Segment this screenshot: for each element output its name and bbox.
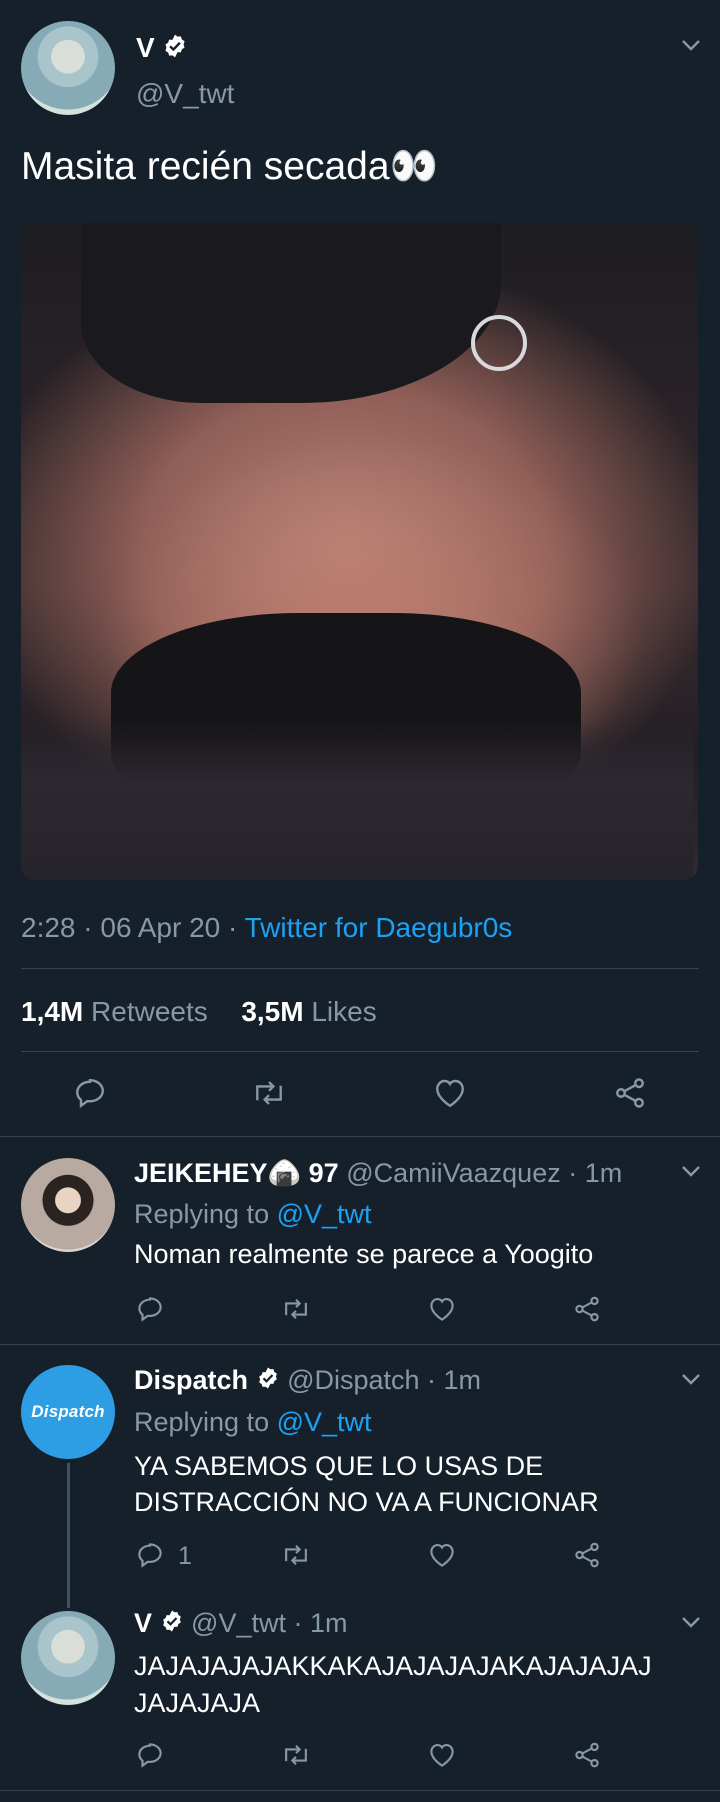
tweet-meta: 2:28 · 06 Apr 20 · Twitter for Daegubr0s — [21, 912, 512, 944]
verified-badge-icon — [162, 33, 188, 66]
avatar[interactable] — [21, 1611, 115, 1705]
like-icon[interactable] — [427, 1740, 457, 1770]
reply-text: Noman realmente se parece a Yoogito — [134, 1239, 594, 1269]
author-name-row[interactable]: V — [136, 32, 188, 66]
thread-line — [67, 1463, 70, 1608]
retweet-icon[interactable] — [280, 1540, 312, 1570]
retweet-icon[interactable] — [280, 1740, 312, 1770]
reply-count: 1 — [178, 1542, 192, 1570]
reply-text-line: DISTRACCIÓN NO VA A FUNCIONAR — [134, 1487, 599, 1517]
reply-time: · 1m — [568, 1158, 623, 1188]
verified-badge-icon — [160, 1609, 184, 1640]
reply-author-handle[interactable]: @CamiiVaazquez — [346, 1158, 561, 1188]
reply-icon[interactable] — [135, 1294, 165, 1324]
timestamp: 2:28 · 06 Apr 20 · — [21, 912, 245, 943]
chevron-down-icon[interactable] — [681, 38, 701, 52]
like-icon[interactable] — [432, 1075, 468, 1111]
verified-badge-icon — [256, 1366, 280, 1397]
reply-icon[interactable] — [135, 1740, 165, 1770]
avatar[interactable] — [21, 1158, 115, 1252]
share-icon[interactable] — [572, 1294, 602, 1324]
reply-author-handle[interactable]: @V_twt — [191, 1608, 286, 1638]
reply-text-line: JAJAJAJAJAKKAKAJAJAJAJAKAJAJAJAJ — [134, 1651, 652, 1681]
replying-to: Replying to @V_twt — [134, 1199, 372, 1230]
reply-icon[interactable] — [135, 1540, 165, 1570]
retweets-count[interactable]: 1,4M — [21, 996, 83, 1027]
retweets-label[interactable]: Retweets — [91, 996, 208, 1027]
likes-label[interactable]: Likes — [311, 996, 376, 1027]
reply-text-line: JAJAJAJA — [134, 1688, 261, 1718]
reply-header: Dispatch @Dispatch · 1m — [134, 1365, 481, 1397]
replying-to-link[interactable]: @V_twt — [277, 1199, 372, 1229]
retweet-icon[interactable] — [280, 1294, 312, 1324]
share-icon[interactable] — [572, 1740, 602, 1770]
avatar-logo-text: Dispatch — [31, 1402, 105, 1421]
reply-author-name[interactable]: Dispatch — [134, 1365, 248, 1395]
source-link[interactable]: Twitter for Daegubr0s — [245, 912, 513, 943]
avatar[interactable] — [21, 21, 115, 115]
divider — [0, 1790, 720, 1791]
reply-text-line: YA SABEMOS QUE LO USAS DE — [134, 1451, 544, 1481]
author-name: V — [136, 32, 155, 63]
divider — [0, 1136, 720, 1137]
photo-hoodie — [21, 720, 693, 880]
reply-author-handle[interactable]: @Dispatch — [287, 1365, 419, 1395]
divider — [21, 1051, 699, 1052]
divider — [21, 968, 699, 969]
reply-text: YA SABEMOS QUE LO USAS DE DISTRACCIÓN NO… — [134, 1448, 599, 1520]
tweet-text: Masita recién secada👀 — [21, 145, 439, 188]
like-icon[interactable] — [427, 1540, 457, 1570]
reply-icon[interactable] — [72, 1075, 108, 1111]
replying-prefix: Replying to — [134, 1407, 277, 1437]
divider — [0, 1344, 720, 1345]
avatar[interactable]: Dispatch — [21, 1365, 115, 1459]
photo-cap — [81, 223, 501, 403]
reply-time: · 1m — [427, 1365, 482, 1395]
reply-header: V @V_twt · 1m — [134, 1608, 348, 1640]
chevron-down-icon[interactable] — [681, 1615, 701, 1629]
reply-author-name[interactable]: V — [134, 1608, 152, 1638]
tweet-stats: 1,4M Retweets 3,5M Likes — [21, 996, 377, 1028]
replying-to-link[interactable]: @V_twt — [277, 1407, 372, 1437]
replying-prefix: Replying to — [134, 1199, 277, 1229]
share-icon[interactable] — [612, 1075, 648, 1111]
like-icon[interactable] — [427, 1294, 457, 1324]
chevron-down-icon[interactable] — [681, 1164, 701, 1178]
reply-time: · 1m — [293, 1608, 348, 1638]
reply-header: JEIKEHEY🍙 97 @CamiiVaazquez · 1m — [134, 1157, 622, 1189]
author-handle[interactable]: @V_twt — [136, 78, 234, 110]
tweet-photo[interactable] — [21, 223, 698, 880]
replying-to: Replying to @V_twt — [134, 1407, 372, 1438]
retweet-icon[interactable] — [250, 1075, 288, 1111]
photo-ring — [471, 315, 527, 371]
likes-count[interactable]: 3,5M — [241, 996, 303, 1027]
reply-text: JAJAJAJAJAKKAKAJAJAJAJAKAJAJAJAJ JAJAJAJ… — [134, 1648, 652, 1722]
share-icon[interactable] — [572, 1540, 602, 1570]
reply-author-name[interactable]: JEIKEHEY🍙 97 — [134, 1158, 339, 1188]
chevron-down-icon[interactable] — [681, 1372, 701, 1386]
